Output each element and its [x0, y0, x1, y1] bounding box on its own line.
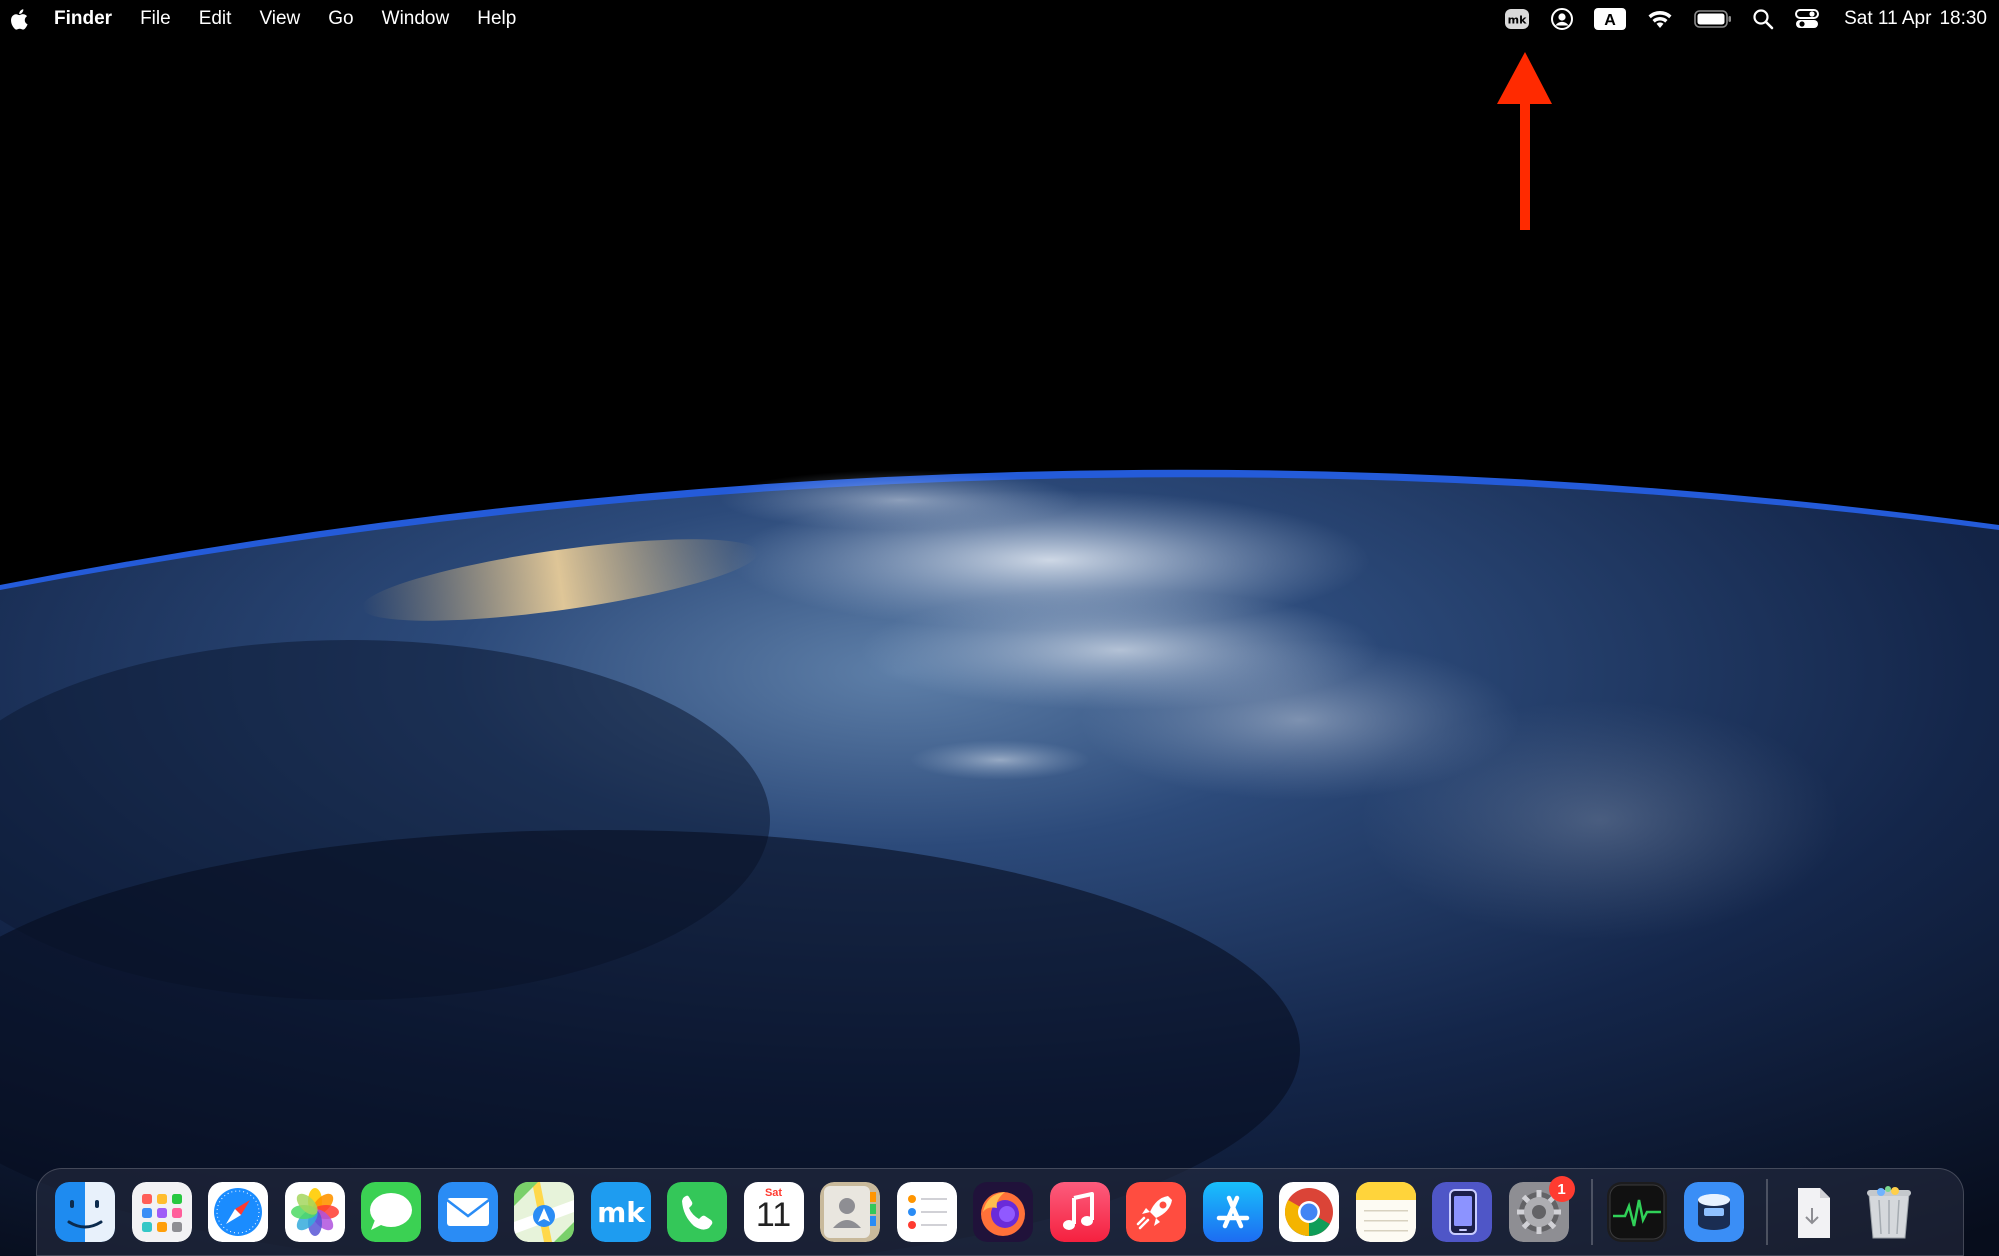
- menu-bar: Finder File Edit View Go Window Help mk …: [0, 0, 1999, 38]
- dock-launchpad-icon[interactable]: [131, 1182, 192, 1242]
- dock-downloads-stack-icon[interactable]: [1782, 1182, 1842, 1242]
- spotlight-icon[interactable]: [1752, 0, 1774, 38]
- dock-sequel-app-icon[interactable]: [1683, 1182, 1744, 1242]
- dock-phone-icon[interactable]: [667, 1182, 727, 1242]
- battery-icon[interactable]: [1694, 0, 1732, 38]
- menu-clock[interactable]: Sat 11 Apr 18:30: [1844, 8, 1987, 30]
- menu-file[interactable]: File: [126, 0, 185, 38]
- dock-app-store-icon[interactable]: [1202, 1182, 1263, 1242]
- dock-maps-icon[interactable]: [514, 1182, 574, 1242]
- dock-simulator-icon[interactable]: [1432, 1182, 1492, 1242]
- dock-chrome-icon[interactable]: [1279, 1182, 1339, 1242]
- clock-date: Sat 11 Apr: [1844, 8, 1932, 29]
- dock-mk-label: mk: [597, 1196, 646, 1229]
- input-source-icon[interactable]: A: [1594, 0, 1627, 38]
- input-source-letter: A: [1604, 12, 1616, 29]
- dock-contacts-icon[interactable]: [820, 1182, 880, 1242]
- mk-icon[interactable]: mk: [1504, 0, 1530, 38]
- app-menu-finder[interactable]: Finder: [38, 0, 126, 38]
- wallpaper-earth: [0, 0, 1999, 1256]
- dock-photos-icon[interactable]: [284, 1182, 345, 1242]
- annotation-arrow: [1497, 52, 1552, 230]
- clock-time: 18:30: [1939, 8, 1987, 29]
- dock-mk-app-icon[interactable]: mk: [590, 1182, 651, 1242]
- dock-firefox-icon[interactable]: [973, 1182, 1033, 1242]
- dock-trash-icon[interactable]: [1859, 1182, 1919, 1242]
- menu-help[interactable]: Help: [463, 0, 530, 38]
- dock-calendar-icon[interactable]: Sat 11: [743, 1182, 804, 1242]
- dock-separator: [1591, 1179, 1593, 1245]
- system-settings-badge: 1: [1548, 1176, 1575, 1202]
- menu-edit[interactable]: Edit: [185, 0, 246, 38]
- control-center-icon[interactable]: [1794, 0, 1820, 38]
- mk-icon-label: mk: [1508, 14, 1527, 27]
- calendar-day-number: 11: [755, 1196, 792, 1234]
- dock-messages-icon[interactable]: [361, 1182, 421, 1242]
- dock-rocket-app-icon[interactable]: [1126, 1182, 1186, 1242]
- dock-mail-icon[interactable]: [437, 1182, 498, 1242]
- menu-view[interactable]: View: [245, 0, 314, 38]
- apple-menu-icon[interactable]: [0, 8, 38, 30]
- dock-notes-icon[interactable]: [1355, 1182, 1416, 1242]
- menu-window[interactable]: Window: [368, 0, 464, 38]
- user-icon[interactable]: [1550, 0, 1574, 38]
- dock-finder-icon[interactable]: [55, 1182, 115, 1242]
- wifi-icon[interactable]: [1646, 0, 1674, 38]
- dock: mk Sat 11 1: [36, 1168, 1964, 1256]
- dock-music-icon[interactable]: [1049, 1182, 1110, 1242]
- dock-activity-monitor-icon[interactable]: [1607, 1182, 1667, 1242]
- dock-safari-icon[interactable]: [208, 1182, 268, 1242]
- dock-separator-2: [1766, 1179, 1768, 1245]
- menu-go[interactable]: Go: [314, 0, 367, 38]
- dock-reminders-icon[interactable]: [896, 1182, 957, 1242]
